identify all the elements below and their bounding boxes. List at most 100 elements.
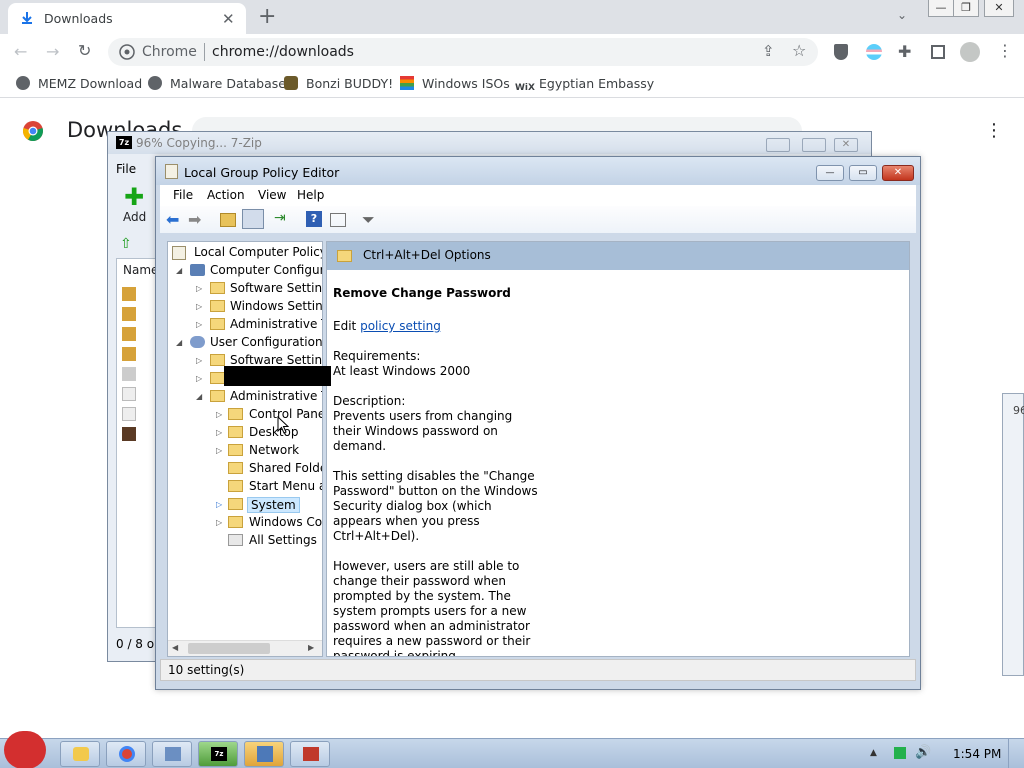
collapsed-arrow-icon[interactable]: ▷: [196, 374, 202, 383]
taskbar-7zip[interactable]: 7z: [198, 741, 238, 767]
side-panel-icon[interactable]: [931, 45, 945, 59]
expanded-arrow-icon[interactable]: ◢: [176, 338, 182, 347]
gpe-statusbar: 10 setting(s): [160, 659, 916, 681]
gpe-maximize-button[interactable]: ▭: [849, 165, 877, 181]
group-policy-editor-window[interactable]: Local Group Policy Editor — ▭ ✕ File Act…: [155, 156, 921, 690]
column-name[interactable]: Name: [123, 263, 158, 277]
expanded-arrow-icon[interactable]: ◢: [176, 266, 182, 275]
collapsed-arrow-icon[interactable]: ▷: [216, 518, 222, 527]
folder-icon: [228, 444, 243, 456]
7zip-maximize-button[interactable]: [802, 138, 826, 152]
filter-icon[interactable]: ⏷: [362, 210, 382, 229]
collapsed-arrow-icon[interactable]: ▷: [216, 428, 222, 437]
menu-view[interactable]: View: [258, 188, 286, 202]
folder-icon: [210, 282, 225, 294]
bookmark-bonzi-buddy[interactable]: Bonzi BUDDY!: [284, 76, 393, 91]
show-desktop-button[interactable]: [1008, 739, 1024, 768]
show-hidden-icons-icon[interactable]: ▲: [870, 748, 877, 758]
tab-title: Downloads: [44, 11, 113, 26]
taskbar-chrome[interactable]: [106, 741, 146, 767]
expanded-arrow-icon[interactable]: ◢: [196, 392, 202, 401]
close-tab-icon[interactable]: ✕: [222, 10, 235, 28]
collapsed-arrow-icon[interactable]: ▷: [196, 284, 202, 293]
extensions-puzzle-icon[interactable]: ✚: [898, 42, 911, 61]
new-tab-button[interactable]: +: [258, 4, 276, 29]
7zip-close-button[interactable]: ✕: [834, 138, 858, 152]
tree-horizontal-scrollbar[interactable]: ◀ ▶: [168, 640, 322, 656]
extension-flag-icon[interactable]: [866, 44, 882, 60]
add-button[interactable]: Add: [123, 210, 146, 224]
bookmark-egyptian-embassy[interactable]: WiX Egyptian Embassy: [515, 76, 654, 97]
scroll-right-icon[interactable]: ▶: [308, 643, 314, 652]
7zip-title: 96% Copying... 7-Zip: [136, 136, 262, 150]
edit-line: Edit policy setting: [333, 319, 441, 333]
window-icon: [165, 747, 181, 761]
chrome-site-icon: [119, 44, 135, 60]
help-icon[interactable]: ?: [306, 211, 322, 227]
collapsed-arrow-icon[interactable]: ▷: [216, 410, 222, 419]
forward-arrow-icon[interactable]: ➡: [188, 210, 208, 229]
omnibox-url: chrome://downloads: [212, 44, 354, 60]
menu-file[interactable]: File: [173, 188, 193, 202]
details-pane: Ctrl+Alt+Del Options Remove Change Passw…: [326, 241, 910, 657]
bookmark-memz[interactable]: MEMZ Download: [16, 76, 142, 91]
tray-app-icon[interactable]: [894, 747, 906, 759]
minimize-button[interactable]: —: [928, 0, 954, 17]
folder-icon: [228, 408, 243, 420]
reload-icon[interactable]: ↻: [78, 41, 91, 60]
collapsed-arrow-icon[interactable]: ▷: [216, 446, 222, 455]
bookmark-windows-isos[interactable]: Windows ISOs: [400, 76, 510, 91]
gpe-close-button[interactable]: ✕: [882, 165, 914, 181]
tab-downloads[interactable]: Downloads ✕: [8, 3, 246, 34]
menu-action[interactable]: Action: [207, 188, 245, 202]
properties-icon[interactable]: [330, 213, 346, 227]
menu-kebab-icon[interactable]: ⋮: [997, 41, 1013, 60]
forward-icon[interactable]: →: [46, 42, 59, 61]
7zip-minimize-button[interactable]: [766, 138, 790, 152]
collapsed-arrow-icon[interactable]: ▷: [196, 302, 202, 311]
start-angry-bird-icon[interactable]: [4, 731, 46, 768]
taskbar-window[interactable]: [152, 741, 192, 767]
7zip-titlebar[interactable]: 7z 96% Copying... 7-Zip ✕: [108, 132, 871, 154]
globe-icon: [16, 76, 30, 90]
restore-button[interactable]: ❐: [953, 0, 979, 17]
edit-policy-setting-link[interactable]: policy setting: [360, 319, 441, 333]
export-list-icon[interactable]: ⇥: [274, 210, 294, 229]
tab-search-icon[interactable]: ⌄: [897, 8, 907, 22]
7zip-menu-file[interactable]: File: [116, 162, 136, 176]
collapsed-arrow-icon[interactable]: ▷: [216, 500, 222, 509]
back-arrow-icon[interactable]: ⬅: [166, 210, 186, 229]
back-icon[interactable]: ←: [14, 42, 27, 61]
address-bar[interactable]: Chrome chrome://downloads ⇪ ☆: [108, 38, 818, 66]
taskbar-explorer[interactable]: [60, 741, 100, 767]
volume-icon[interactable]: 🔊: [915, 745, 931, 760]
settings-file-icon: [122, 367, 136, 381]
folder-icon: [228, 498, 243, 510]
menu-help[interactable]: Help: [297, 188, 324, 202]
gpe-minimize-button[interactable]: —: [816, 165, 844, 181]
policy-tree[interactable]: Local Computer Policy ◢ Computer Configu…: [167, 241, 323, 657]
clock[interactable]: 1:54 PM: [953, 747, 1001, 761]
taskbar-app[interactable]: [290, 741, 330, 767]
collapsed-arrow-icon[interactable]: ▷: [196, 356, 202, 365]
scroll-left-icon[interactable]: ◀: [172, 643, 178, 652]
up-folder-icon[interactable]: ⇧: [120, 236, 136, 252]
omnibox-scheme: Chrome: [142, 44, 197, 60]
ublock-icon[interactable]: [834, 44, 848, 60]
bookmark-star-icon[interactable]: ☆: [792, 41, 806, 60]
tab-strip: Downloads ✕ + ⌄ — ❐ ✕: [0, 0, 1024, 34]
redaction-bar: [224, 366, 331, 386]
taskbar-group-policy[interactable]: [244, 741, 284, 767]
partial-window-right[interactable]: 96: [1002, 393, 1024, 676]
collapsed-arrow-icon[interactable]: ▷: [196, 320, 202, 329]
show-hide-tree-icon[interactable]: [242, 209, 264, 229]
share-icon[interactable]: ⇪: [762, 42, 775, 60]
downloads-menu-icon[interactable]: ⋮: [985, 120, 1003, 141]
close-button[interactable]: ✕: [984, 0, 1014, 17]
7zip-file-list[interactable]: Name: [116, 258, 158, 628]
profile-avatar-icon[interactable]: [960, 42, 980, 62]
up-level-icon[interactable]: [220, 213, 236, 227]
bookmark-malware-database[interactable]: Malware Database: [148, 76, 286, 91]
scroll-thumb[interactable]: [188, 643, 270, 654]
gpe-titlebar[interactable]: Local Group Policy Editor — ▭ ✕: [156, 157, 920, 185]
